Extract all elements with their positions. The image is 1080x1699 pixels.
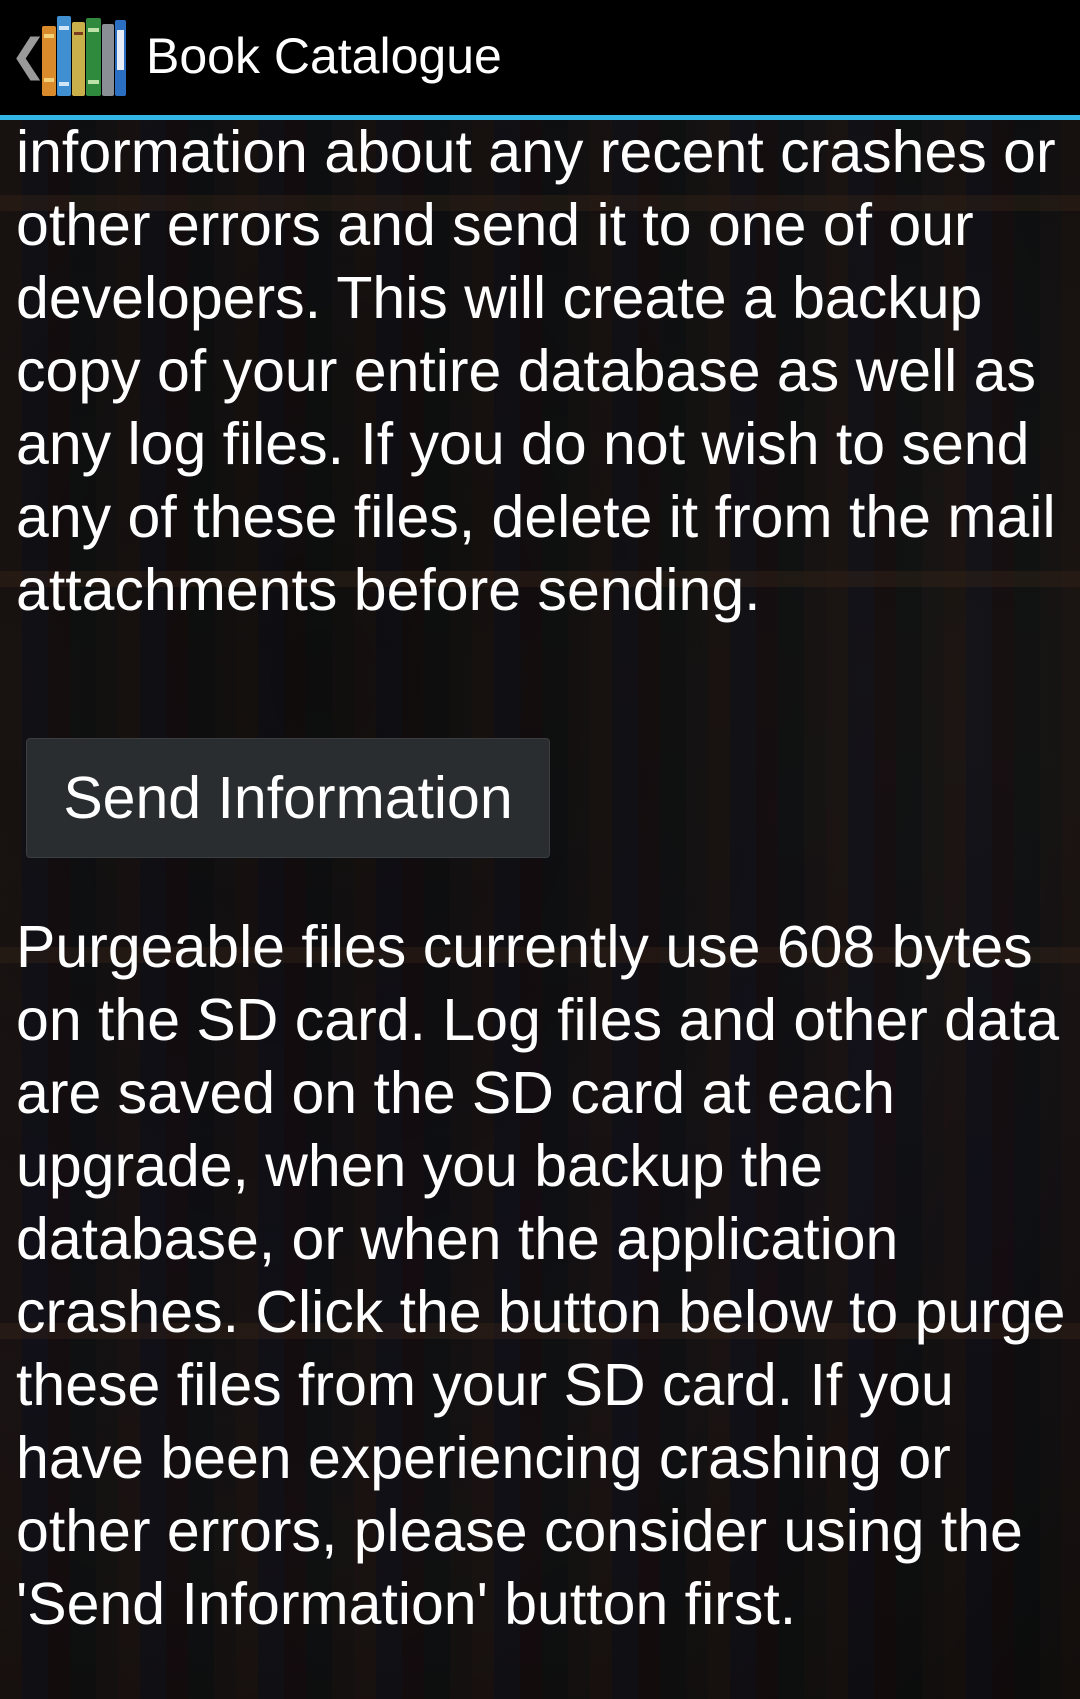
book-catalogue-app-icon[interactable] xyxy=(40,12,128,100)
main-content[interactable]: Click on the button below to gather info… xyxy=(0,120,1080,1699)
app-title: Book Catalogue xyxy=(146,28,502,84)
crash-info-text: Click on the button below to gather info… xyxy=(16,120,1056,623)
action-bar: ❮ Book Catalogue xyxy=(0,0,1080,120)
chevron-left-icon[interactable]: ❮ xyxy=(10,28,47,84)
send-information-button[interactable]: Send Information xyxy=(26,738,550,858)
purge-info-text: Purgeable files currently use 608 bytes … xyxy=(16,914,1066,1637)
